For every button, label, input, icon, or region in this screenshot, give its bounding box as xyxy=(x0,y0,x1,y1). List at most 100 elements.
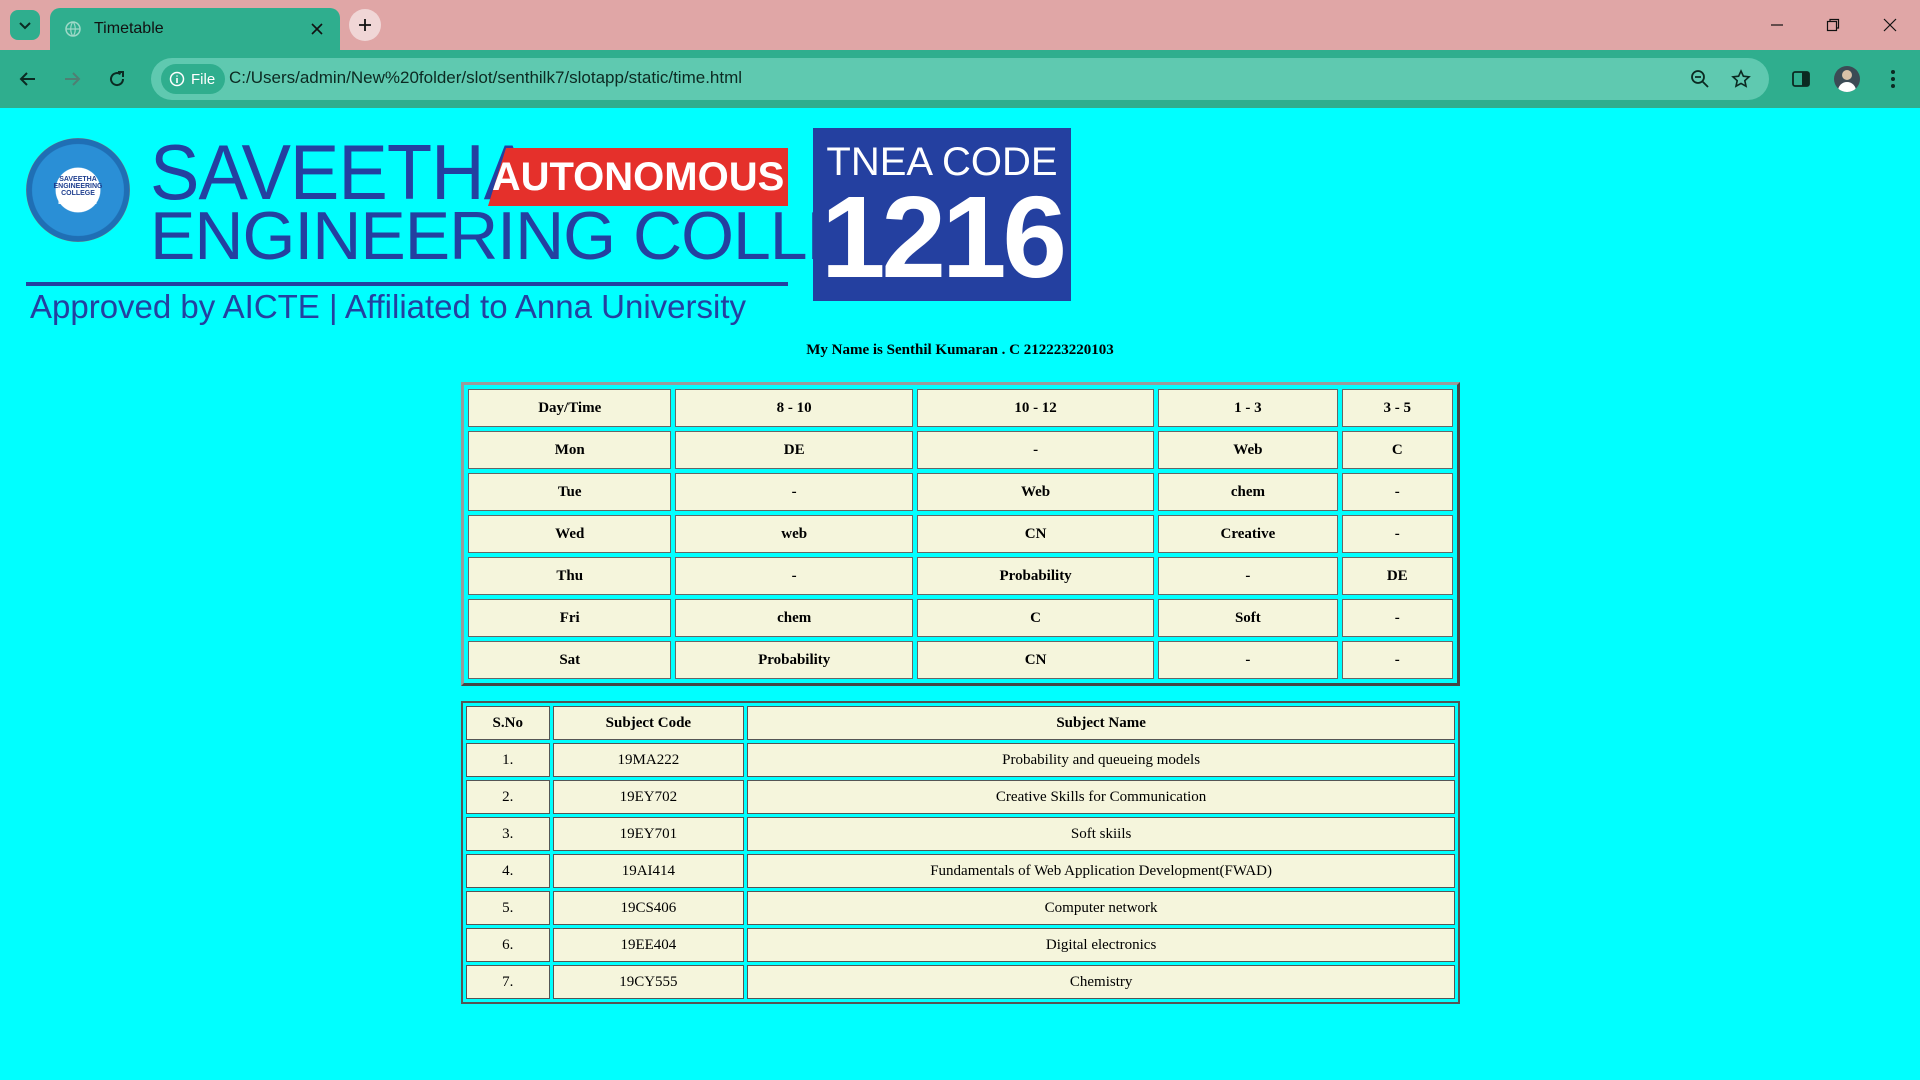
timetable-row: Wed web CN Creative - xyxy=(468,515,1453,553)
close-tab-icon[interactable] xyxy=(304,16,330,42)
timetable-slot-cell: DE xyxy=(675,431,913,469)
college-banner: SAVEETHA ENGINEERING COLLEGE BE THE BEST… xyxy=(26,128,1071,325)
timetable-slot-cell: Creative xyxy=(1158,515,1338,553)
subject-code-cell: 19EY702 xyxy=(552,780,745,814)
subject-serial-cell: 4. xyxy=(466,854,550,888)
browser-toolbar: File C:/Users/admin/New%20folder/slot/se… xyxy=(0,50,1920,108)
subject-serial-cell: 7. xyxy=(466,965,550,999)
chevron-down-icon xyxy=(19,22,31,30)
arrow-left-icon xyxy=(19,72,35,86)
subject-row: 3. 19EY701 Soft skiils xyxy=(466,817,1455,851)
arrow-right-icon xyxy=(65,72,81,86)
timetable-header-cell: 10 - 12 xyxy=(916,389,1155,427)
timetable-slot-cell: C xyxy=(1341,431,1453,469)
restore-button[interactable] xyxy=(1813,10,1853,40)
timetable-slot-cell: - xyxy=(1341,515,1453,553)
timetable-slot-cell: DE xyxy=(1341,557,1453,595)
timetable-slot-cell: CN xyxy=(916,641,1155,679)
timetable-header-cell: 1 - 3 xyxy=(1158,389,1338,427)
timetable-slot-cell: - xyxy=(675,557,913,595)
subject-table: S.No Subject Code Subject Name 1. 19MA222 Pr… xyxy=(461,701,1460,1004)
more-vertical-icon xyxy=(1891,70,1895,88)
forward-button[interactable] xyxy=(55,62,89,96)
address-bar[interactable]: File C:/Users/admin/New%20folder/slot/se… xyxy=(151,58,1769,100)
subject-row: 1. 19MA222 Probability and queueing models xyxy=(466,743,1455,777)
minimize-icon xyxy=(1771,24,1783,26)
subject-row: 2. 19EY702 Creative Skills for Communicati… xyxy=(466,780,1455,814)
active-tab[interactable]: Timetable xyxy=(50,8,340,50)
student-intro: My Name is Senthil Kumaran . C 212223220… xyxy=(806,342,1114,358)
profile-button[interactable] xyxy=(1830,62,1864,96)
tab-title: Timetable xyxy=(94,20,164,37)
subject-serial-cell: 5. xyxy=(466,891,550,925)
subject-name-cell: Chemistry xyxy=(747,965,1455,999)
plus-icon xyxy=(359,19,371,31)
site-info-chip[interactable]: File xyxy=(161,64,226,94)
timetable-slot-cell: - xyxy=(1341,599,1453,637)
close-icon xyxy=(1883,18,1897,32)
timetable-day-cell: Tue xyxy=(468,473,672,511)
subject-code-cell: 19CS406 xyxy=(552,891,745,925)
timetable-day-cell: Wed xyxy=(468,515,672,553)
zoom-icon[interactable] xyxy=(1687,66,1713,92)
timetable-row: Mon DE - Web C xyxy=(468,431,1453,469)
timetable-slot-cell: - xyxy=(1158,641,1338,679)
subject-serial-cell: 1. xyxy=(466,743,550,777)
close-window-button[interactable] xyxy=(1870,10,1910,40)
globe-icon xyxy=(64,20,82,38)
info-icon xyxy=(169,71,185,87)
subject-serial-cell: 2. xyxy=(466,780,550,814)
minimize-button[interactable] xyxy=(1757,10,1797,40)
subject-name-cell: Soft skiils xyxy=(747,817,1455,851)
side-panel-button[interactable] xyxy=(1784,62,1818,96)
site-info-label: File xyxy=(191,70,216,88)
timetable-row: Thu - Probability - DE xyxy=(468,557,1453,595)
new-tab-button[interactable] xyxy=(349,9,381,41)
timetable-slot-cell: CN xyxy=(916,515,1155,553)
timetable-day-cell: Mon xyxy=(468,431,672,469)
subject-serial-cell: 6. xyxy=(466,928,550,962)
subject-header-cell: Subject Name xyxy=(747,706,1455,740)
timetable-slot-cell: Web xyxy=(916,473,1155,511)
timetable-header-cell: 8 - 10 xyxy=(675,389,913,427)
timetable-slot-cell: Soft xyxy=(1158,599,1338,637)
timetable-slot-cell: Web xyxy=(1158,431,1338,469)
seal-motto: BE THE BEST xyxy=(58,200,98,206)
timetable-header-row: Day/Time 8 - 10 10 - 12 1 - 33 - 5 xyxy=(468,389,1453,427)
subject-row: 5. 19CS406 Computer network xyxy=(466,891,1455,925)
tab-strip: Timetable xyxy=(0,0,1920,50)
tnea-code-box: TNEA CODE 1216 xyxy=(813,128,1071,301)
subject-code-cell: 19CY555 xyxy=(552,965,745,999)
timetable-slot-cell: chem xyxy=(675,599,913,637)
subject-code-cell: 19MA222 xyxy=(552,743,745,777)
bookmark-star-icon[interactable] xyxy=(1728,66,1754,92)
back-button[interactable] xyxy=(11,62,45,96)
subject-name-cell: Creative Skills for Communication xyxy=(747,780,1455,814)
timetable-row: Tue - Web chem - xyxy=(468,473,1453,511)
subject-row: 7. 19CY555 Chemistry xyxy=(466,965,1455,999)
timetable-header-cell: 3 - 5 xyxy=(1341,389,1453,427)
timetable-slot-cell: C xyxy=(916,599,1155,637)
timetable-slot-cell: - xyxy=(1341,641,1453,679)
timetable-slot-cell: Probability xyxy=(675,641,913,679)
seal-text: SAVEETHA ENGINEERING COLLEGE xyxy=(53,176,103,197)
subject-code-cell: 19EE404 xyxy=(552,928,745,962)
url-text[interactable]: C:/Users/admin/New%20folder/slot/senthil… xyxy=(229,68,742,88)
timetable-slot-cell: Probability xyxy=(916,557,1155,595)
tab-search-button[interactable] xyxy=(10,10,40,40)
timetable-slot-cell: - xyxy=(675,473,913,511)
timetable-slot-cell: - xyxy=(916,431,1155,469)
banner-divider xyxy=(26,282,788,286)
timetable-slot-cell: - xyxy=(1158,557,1338,595)
timetable-row: Sat Probability CN - - xyxy=(468,641,1453,679)
avatar xyxy=(1834,66,1860,92)
timetable-header-cell: Day/Time xyxy=(468,389,672,427)
subject-header-cell: S.No xyxy=(466,706,550,740)
subject-row: 4. 19AI414 Fundamentals of Web Application… xyxy=(466,854,1455,888)
restore-icon xyxy=(1826,18,1840,32)
timetable-day-cell: Fri xyxy=(468,599,672,637)
reload-icon xyxy=(110,71,125,87)
reload-button[interactable] xyxy=(100,62,134,96)
college-tagline: Approved by AICTE | Affiliated to Anna U… xyxy=(30,288,747,325)
menu-button[interactable] xyxy=(1876,62,1910,96)
